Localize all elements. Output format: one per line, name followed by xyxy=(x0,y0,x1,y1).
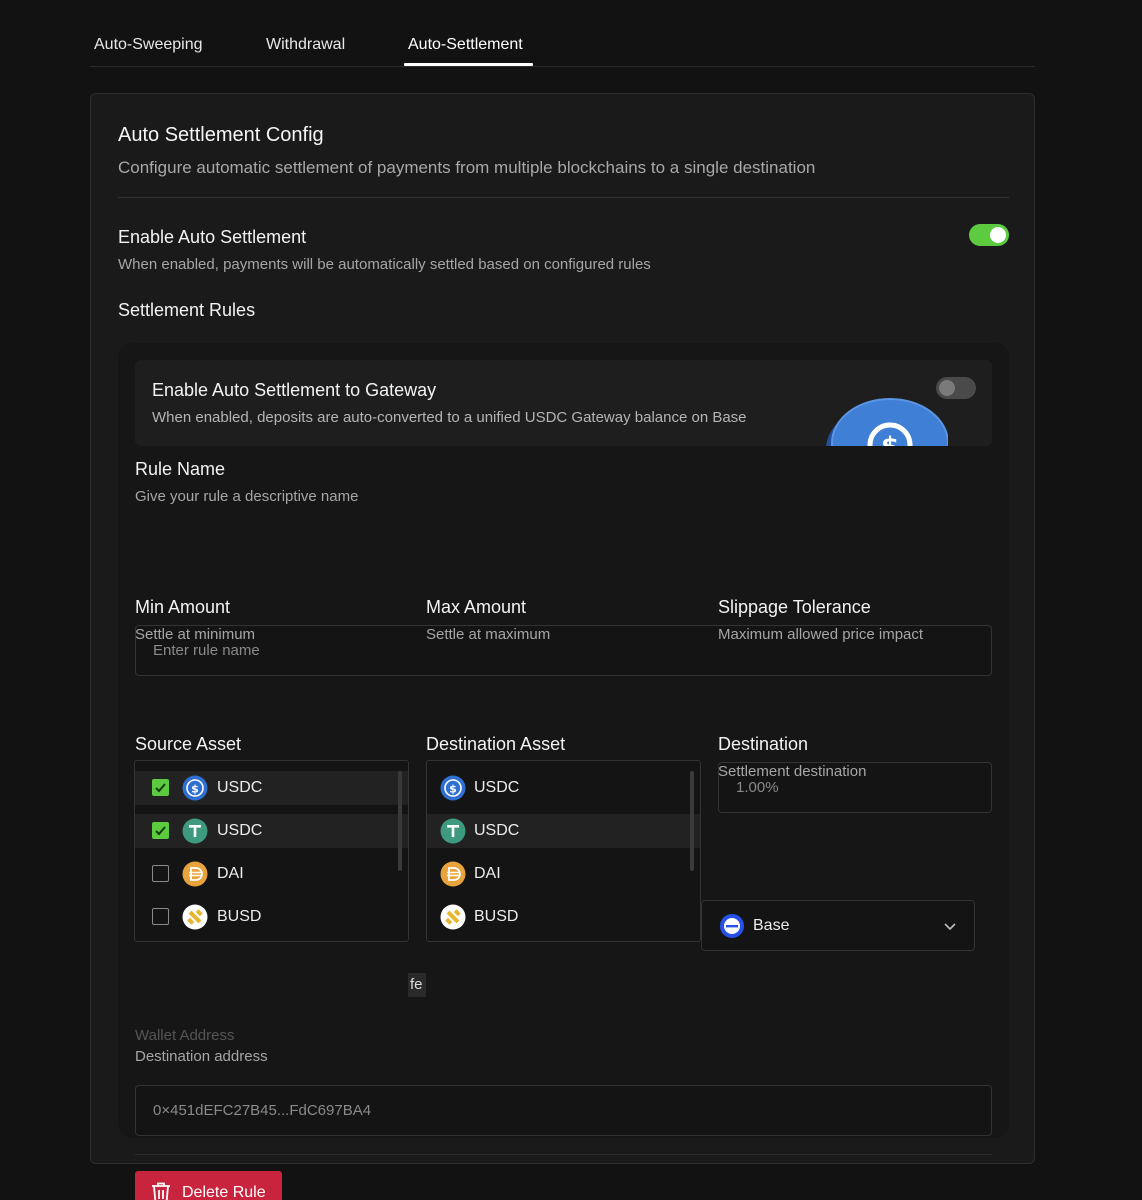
usdc-coin-illustration: $ xyxy=(826,398,948,446)
obscured-label: Wallet Address xyxy=(135,1027,235,1044)
destination-selected: Base xyxy=(753,917,790,934)
source-asset-option[interactable]: USDC xyxy=(135,814,408,848)
svg-text:$: $ xyxy=(449,783,457,796)
destination-select[interactable]: Base xyxy=(701,900,975,951)
usdc-icon: $ xyxy=(440,775,466,801)
rule-name-placeholder: Enter rule name xyxy=(153,642,260,659)
enable-auto-settlement-title: Enable Auto Settlement xyxy=(118,227,307,247)
checkbox-checked[interactable] xyxy=(152,779,169,796)
destination-help: Settlement destination xyxy=(718,763,867,780)
source-asset-option[interactable]: $ USDC xyxy=(135,771,408,805)
busd-icon xyxy=(182,904,208,930)
destination-label: Destination xyxy=(718,734,809,754)
rule-name-help: Give your rule a descriptive name xyxy=(135,488,359,505)
gateway-title: Enable Auto Settlement to Gateway xyxy=(152,380,437,400)
base-network-icon xyxy=(720,914,744,938)
source-asset-option[interactable]: DAI xyxy=(135,857,408,891)
gateway-description: When enabled, deposits are auto-converte… xyxy=(152,409,747,426)
min-amount-help: Settle at minimum xyxy=(135,626,256,643)
min-amount-label: Min Amount xyxy=(135,597,231,617)
enable-auto-settlement-toggle[interactable] xyxy=(969,224,1009,246)
max-amount-help: Settle at maximum xyxy=(426,626,551,643)
slippage-placeholder: 1.00% xyxy=(736,779,779,796)
destination-asset-option[interactable]: DAI xyxy=(427,857,700,891)
slippage-help: Maximum allowed price impact xyxy=(718,626,924,643)
toggle-knob xyxy=(990,227,1006,243)
wallet-address-placeholder: 0×451dEFC27B45...FdC697BA4 xyxy=(153,1102,372,1119)
usdc-icon: $ xyxy=(182,775,208,801)
busd-icon xyxy=(440,904,466,930)
destination-asset-option[interactable]: $ USDC xyxy=(427,771,700,805)
option-label: DAI xyxy=(217,865,244,882)
destination-asset-dropdown[interactable]: $ USDC USDC DAI BUSD xyxy=(426,760,701,942)
checkbox-checked[interactable] xyxy=(152,822,169,839)
option-label: USDC xyxy=(474,822,520,839)
check-icon xyxy=(155,783,166,793)
card-title: Auto Settlement Config xyxy=(118,124,324,146)
active-tab-indicator xyxy=(404,63,533,66)
source-asset-dropdown[interactable]: $ USDC USDC DAI BUSD xyxy=(134,760,409,942)
scrollbar[interactable] xyxy=(690,771,694,871)
source-asset-option[interactable]: BUSD xyxy=(135,900,408,934)
settlement-rules-heading: Settlement Rules xyxy=(118,300,256,320)
option-label: USDC xyxy=(217,779,263,796)
dai-icon xyxy=(182,861,208,887)
destination-asset-option[interactable]: BUSD xyxy=(427,900,700,934)
dai-icon xyxy=(440,861,466,887)
rule-name-label: Rule Name xyxy=(135,459,226,479)
check-icon xyxy=(155,826,166,836)
usdt-icon xyxy=(440,818,466,844)
option-label: USDC xyxy=(474,779,520,796)
tab-auto-settlement[interactable]: Auto-Settlement xyxy=(408,36,523,54)
trash-icon xyxy=(152,1182,170,1200)
delete-rule-label: Delete Rule xyxy=(182,1184,266,1200)
enable-auto-settlement-description: When enabled, payments will be automatic… xyxy=(118,256,651,273)
source-asset-label: Source Asset xyxy=(135,734,242,754)
checkbox-unchecked[interactable] xyxy=(152,908,169,925)
wallet-address-help: Destination address xyxy=(135,1048,268,1065)
obscured-text-fragment: fe xyxy=(408,973,426,997)
card-subtitle: Configure automatic settlement of paymen… xyxy=(118,158,816,177)
svg-text:$: $ xyxy=(191,783,199,796)
tab-withdrawal[interactable]: Withdrawal xyxy=(266,36,345,54)
toggle-knob xyxy=(939,380,955,396)
option-label: USDC xyxy=(217,822,263,839)
gateway-toggle[interactable] xyxy=(936,377,976,399)
settlement-rule: Enable Auto Settlement to Gateway When e… xyxy=(118,343,1009,1200)
divider xyxy=(135,1154,992,1155)
chevron-down-icon xyxy=(944,923,956,931)
scrollbar[interactable] xyxy=(398,771,402,871)
gateway-banner: Enable Auto Settlement to Gateway When e… xyxy=(135,360,992,446)
tab-auto-sweeping[interactable]: Auto-Sweeping xyxy=(94,36,203,54)
destination-asset-option[interactable]: USDC xyxy=(427,814,700,848)
delete-rule-button[interactable]: Delete Rule xyxy=(135,1171,282,1200)
slippage-label: Slippage Tolerance xyxy=(718,597,871,617)
checkbox-unchecked[interactable] xyxy=(152,865,169,882)
usdt-icon xyxy=(182,818,208,844)
tab-bar: Auto-Sweeping Withdrawal Auto-Settlement xyxy=(90,0,1035,67)
max-amount-label: Max Amount xyxy=(426,597,527,617)
auto-settlement-config-card: Auto Settlement Config Configure automat… xyxy=(90,93,1035,1200)
svg-text:$: $ xyxy=(881,432,899,446)
divider xyxy=(118,197,1009,198)
option-label: BUSD xyxy=(474,908,519,925)
destination-asset-label: Destination Asset xyxy=(426,734,566,754)
option-label: DAI xyxy=(474,865,501,882)
wallet-address-input[interactable]: 0×451dEFC27B45...FdC697BA4 xyxy=(135,1085,992,1136)
option-label: BUSD xyxy=(217,908,262,925)
